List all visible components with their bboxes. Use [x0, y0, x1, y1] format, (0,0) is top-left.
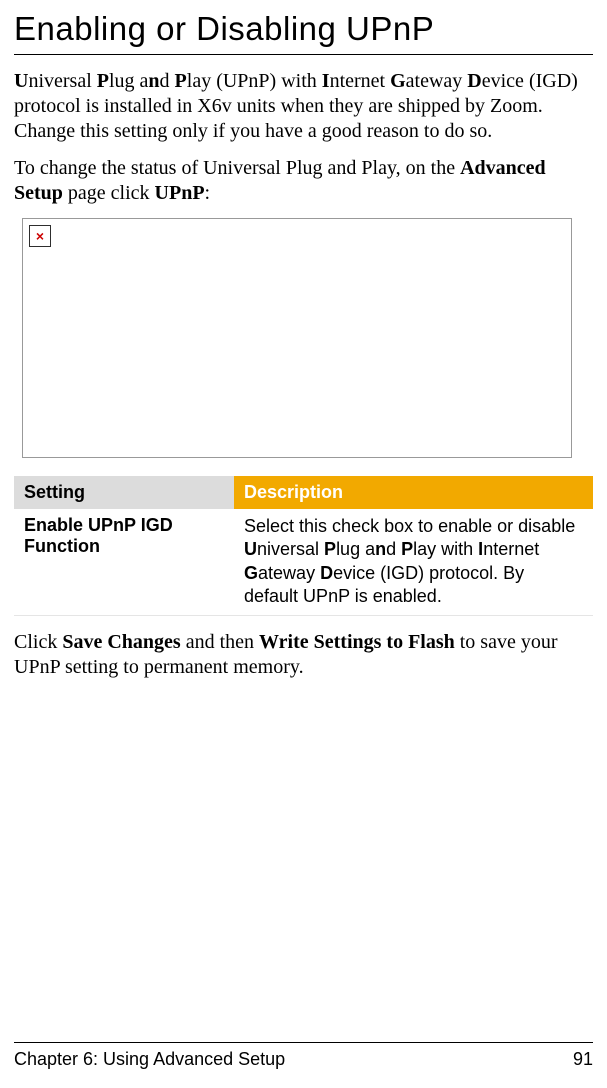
table-header-row: Setting Description [14, 476, 593, 509]
settings-table: Setting Description Enable UPnP IGD Func… [14, 476, 593, 616]
page-footer: Chapter 6: Using Advanced Setup 91 [14, 1042, 593, 1070]
header-setting: Setting [14, 476, 234, 509]
page-title: Enabling or Disabling UPnP [14, 10, 593, 55]
intro-paragraph-2: To change the status of Universal Plug a… [14, 156, 593, 206]
cell-setting-name: Enable UPnP IGD Function [14, 509, 234, 615]
broken-image-icon: × [29, 225, 51, 247]
footer-chapter: Chapter 6: Using Advanced Setup [14, 1049, 285, 1070]
intro-paragraph-1: Universal Plug and Play (UPnP) with Inte… [14, 69, 593, 144]
screenshot-placeholder: × [22, 218, 572, 458]
footer-page-number: 91 [573, 1049, 593, 1070]
closing-paragraph: Click Save Changes and then Write Settin… [14, 630, 593, 680]
cell-setting-description: Select this check box to enable or disab… [234, 509, 593, 615]
header-description: Description [234, 476, 593, 509]
table-row: Enable UPnP IGD Function Select this che… [14, 509, 593, 615]
